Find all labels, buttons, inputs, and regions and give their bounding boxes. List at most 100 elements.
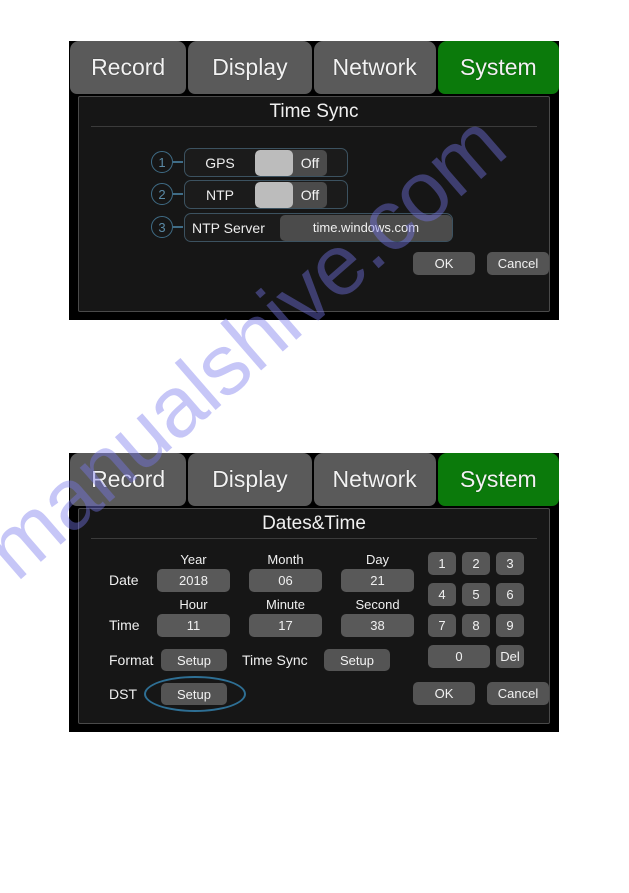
key-1[interactable]: 1 [428,552,456,575]
callout-2-label: 2 [158,186,166,202]
input-minute[interactable]: 17 [249,614,322,637]
key-5[interactable]: 5 [462,583,490,606]
ntp-label: NTP [206,186,234,203]
input-year-value: 2018 [179,573,208,588]
key-9[interactable]: 9 [496,614,524,637]
ntp-server-label: NTP Server [192,219,265,236]
screenshot-time-sync: Record Display Network System Time Sync … [69,41,559,320]
ntp-toggle-knob[interactable] [255,181,293,208]
format-setup-label: Setup [177,652,211,668]
gps-toggle[interactable]: Off [255,149,327,176]
tab-display-2[interactable]: Display [188,453,312,506]
callout-2: 2 [151,183,173,205]
tab-system[interactable]: System [437,41,559,94]
dst-row-label: DST [109,686,137,702]
tab-system-label: System [460,54,537,80]
dates-time-cancel-label: Cancel [497,686,539,701]
gps-toggle-state: Off [300,154,320,171]
key-4-label: 4 [438,587,446,602]
tab-display[interactable]: Display [188,41,312,94]
ntp-server-input[interactable]: time.windows.com [280,214,452,241]
gps-toggle-knob[interactable] [255,149,293,176]
format-setup-button[interactable]: Setup [161,649,227,671]
header-second: Second [355,597,400,612]
header-day: Day [365,552,390,567]
format-row-label: Format [109,652,154,668]
tab-record-label: Record [91,54,166,80]
dates-time-title: Dates&Time [262,513,366,534]
input-month[interactable]: 06 [249,569,322,592]
key-3[interactable]: 3 [496,552,524,575]
tab-record-2[interactable]: Record [70,453,187,506]
key-1-label: 1 [438,556,446,571]
key-9-label: 9 [506,618,514,633]
tab-network-label: Network [332,54,417,80]
key-6-label: 6 [506,587,514,602]
time-sync-panel: Time Sync 1 2 3 GPS Off NTP Off NTP Serv… [78,96,550,312]
key-4[interactable]: 4 [428,583,456,606]
dates-time-cancel-button[interactable]: Cancel [487,682,549,705]
key-del[interactable]: Del [496,645,524,668]
input-month-value: 06 [278,573,293,588]
input-minute-value: 17 [278,618,293,633]
key-0-label: 0 [455,649,463,664]
time-sync-cancel-label: Cancel [497,256,539,271]
screenshot-dates-time: Record Display Network System Dates&Time… [69,453,559,732]
callout-2-leader [173,193,183,195]
callout-1-label: 1 [158,154,166,170]
time-sync-ok-label: OK [434,256,454,271]
key-8[interactable]: 8 [462,614,490,637]
tab-system-2-label: System [460,466,537,492]
ntp-toggle[interactable]: Off [255,181,327,208]
key-5-label: 5 [472,587,480,602]
row-ntp-server[interactable]: NTP Server time.windows.com [184,213,453,242]
input-second[interactable]: 38 [341,614,414,637]
key-2[interactable]: 2 [462,552,490,575]
tab-network-2[interactable]: Network [313,453,436,506]
input-day-value: 21 [370,573,385,588]
tab-network[interactable]: Network [313,41,436,94]
input-day[interactable]: 21 [341,569,414,592]
row-ntp[interactable]: NTP Off [184,180,348,209]
tab-record[interactable]: Record [70,41,187,94]
key-6[interactable]: 6 [496,583,524,606]
tab-display-2-label: Display [212,466,288,492]
key-7[interactable]: 7 [428,614,456,637]
header-month: Month [267,552,304,567]
key-3-label: 3 [506,556,514,571]
time-sync-ok-button[interactable]: OK [413,252,475,275]
dst-setup-button[interactable]: Setup [161,683,227,705]
callout-1: 1 [151,151,173,173]
header-year: Year [180,552,207,567]
time-sync-body: 1 2 3 GPS Off NTP Off NTP Server time.wi… [79,127,549,310]
dates-time-panel: Dates&Time Date Year Month Day 2018 06 2… [78,508,550,724]
time-sync-cancel-button[interactable]: Cancel [487,252,549,275]
tab-record-2-label: Record [91,466,166,492]
key-del-label: Del [500,649,520,664]
time-sync-setup-button[interactable]: Setup [324,649,390,671]
tab-bar-1: Record Display Network System [69,41,559,97]
time-sync-row-label: Time Sync [242,652,308,668]
tab-bar-2: Record Display Network System [69,453,559,509]
header-minute: Minute [265,597,306,612]
input-year[interactable]: 2018 [157,569,230,592]
time-sync-setup-label: Setup [340,652,374,668]
key-0[interactable]: 0 [428,645,490,668]
ntp-toggle-state: Off [300,186,320,203]
tab-network-2-label: Network [332,466,417,492]
header-hour: Hour [179,597,208,612]
key-8-label: 8 [472,618,480,633]
callout-3-label: 3 [158,219,166,235]
date-row-label: Date [109,572,139,588]
input-hour[interactable]: 11 [157,614,230,637]
input-second-value: 38 [370,618,385,633]
row-gps[interactable]: GPS Off [184,148,348,177]
dates-time-ok-label: OK [434,686,454,701]
time-sync-title: Time Sync [269,101,359,122]
gps-label: GPS [205,154,235,171]
tab-system-2[interactable]: System [437,453,559,506]
dates-time-ok-button[interactable]: OK [413,682,475,705]
ntp-server-value: time.windows.com [312,220,420,235]
callout-3: 3 [151,216,173,238]
input-hour-value: 11 [186,618,201,633]
